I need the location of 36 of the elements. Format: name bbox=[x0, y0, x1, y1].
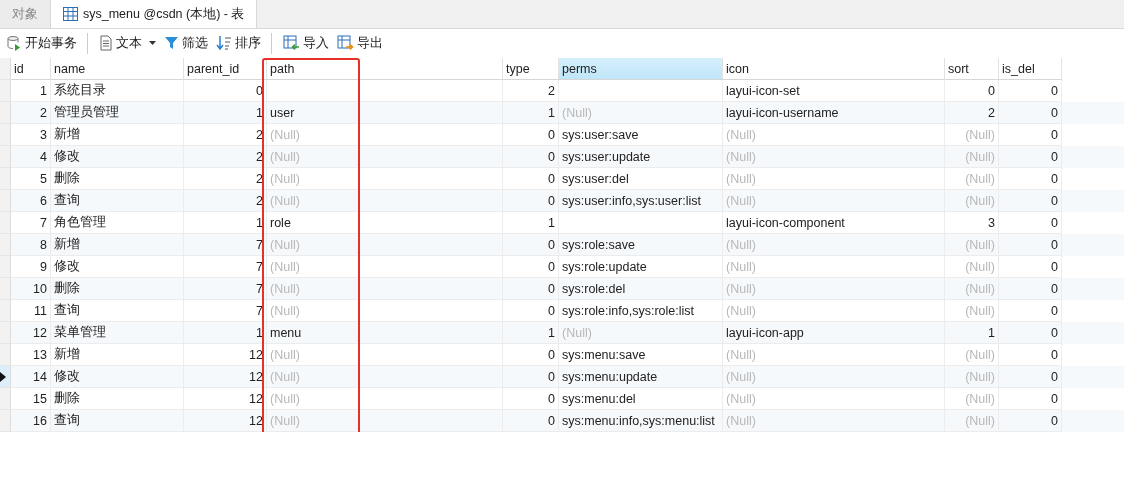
column-header[interactable]: type bbox=[503, 58, 559, 80]
filter-icon bbox=[164, 35, 179, 51]
table-icon bbox=[63, 7, 78, 21]
table-cell: sys:menu:info,sys:menu:list bbox=[559, 410, 723, 432]
table-cell: (Null) bbox=[945, 410, 999, 432]
column-header[interactable]: parent_id bbox=[184, 58, 267, 80]
column-header[interactable]: id bbox=[11, 58, 51, 80]
table-export-icon bbox=[337, 35, 354, 51]
table-cell: 0 bbox=[503, 410, 559, 432]
column-header[interactable]: name bbox=[51, 58, 184, 80]
header-corner bbox=[0, 58, 11, 80]
table-cell: 0 bbox=[999, 410, 1062, 432]
table-cell: (Null) bbox=[267, 410, 503, 432]
toolbar-button[interactable]: 开始事务 bbox=[3, 32, 88, 54]
table-cell: 16 bbox=[11, 410, 51, 432]
tab[interactable]: sys_menu @csdn (本地) - 表 bbox=[51, 0, 258, 28]
table-cell: 12 bbox=[184, 410, 267, 432]
document-icon bbox=[99, 35, 113, 51]
column-header[interactable]: is_del bbox=[999, 58, 1062, 80]
database-icon bbox=[6, 35, 22, 51]
toolbar-button[interactable]: 导入 bbox=[280, 32, 332, 54]
table-cell: 查询 bbox=[51, 410, 184, 432]
current-row-icon bbox=[0, 371, 6, 382]
sort-icon bbox=[216, 35, 232, 51]
table-cell: (Null) bbox=[723, 410, 945, 432]
column-header[interactable]: path bbox=[267, 58, 503, 80]
column-header[interactable]: icon bbox=[723, 58, 945, 80]
row-selector[interactable] bbox=[0, 366, 11, 388]
table-import-icon bbox=[283, 35, 300, 51]
toolbar-button[interactable]: 文本 bbox=[96, 32, 159, 54]
column-header[interactable]: sort bbox=[945, 58, 999, 80]
toolbar-button[interactable]: 排序 bbox=[213, 32, 272, 54]
toolbar-button[interactable]: 导出 bbox=[334, 32, 386, 54]
caret-icon bbox=[149, 41, 156, 45]
column-header[interactable]: perms bbox=[559, 58, 723, 80]
toolbar-button[interactable]: 筛选 bbox=[161, 32, 211, 54]
